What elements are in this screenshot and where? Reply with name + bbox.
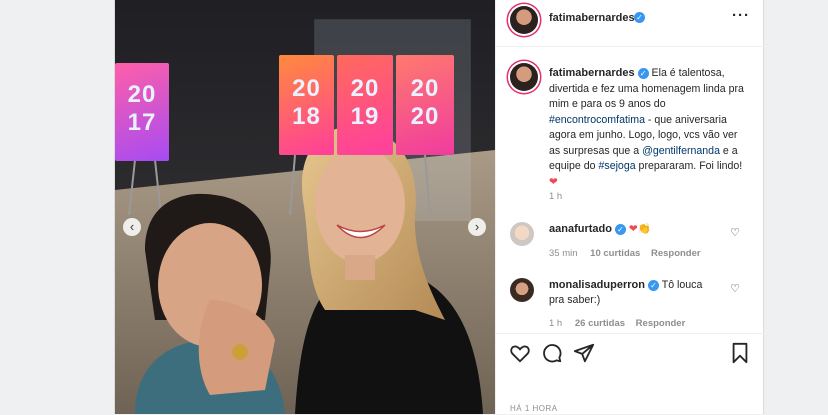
comment-1-verified-icon: ✓ <box>614 223 626 235</box>
sign-2019-bottom: 19 <box>350 103 380 130</box>
comment-2-like-icon[interactable]: ♡ <box>730 282 740 295</box>
comment-icon[interactable] <box>541 342 563 364</box>
comment-2-likes[interactable]: 26 curtidas <box>575 318 625 329</box>
sign-2020-top: 20 <box>410 75 440 102</box>
post-photo[interactable]: 20 17 20 18 20 19 20 20 ‹ › <box>115 0 495 414</box>
post-sidebar: fatimabernardes ✓ ··· fatimabernardes ✓ E… <box>495 0 764 414</box>
next-photo-button[interactable]: › <box>468 218 486 236</box>
mention-link[interactable]: @gentilfernanda <box>642 145 720 157</box>
post-header: fatimabernardes ✓ ··· <box>496 0 764 47</box>
comment-1-reply-button[interactable]: Responder <box>651 248 701 259</box>
sign-2020-bottom: 20 <box>410 103 440 130</box>
heart-emoji: ❤ <box>549 175 558 188</box>
sign-2019: 20 19 <box>337 55 393 155</box>
author-username[interactable]: fatimabernardes <box>549 12 635 24</box>
comment-avatar-1[interactable] <box>510 222 534 246</box>
sign-2019-top: 20 <box>350 75 380 102</box>
caption-verified-icon: ✓ <box>637 67 649 79</box>
verified-badge-icon: ✓ <box>634 12 645 23</box>
comment-2: monalisaduperron ✓ Tô louca pra saber:) <box>549 278 719 308</box>
post-timestamp: HÁ 1 HORA <box>510 404 558 413</box>
comment-2-verified-icon: ✓ <box>647 279 659 291</box>
sign-2018: 20 18 <box>279 55 334 155</box>
sign-2017-top: 20 <box>127 81 157 108</box>
comment-1-likes[interactable]: 10 curtidas <box>590 248 640 259</box>
caption-avatar[interactable] <box>510 63 538 91</box>
sign-2018-top: 20 <box>292 75 321 102</box>
comment-2-reply-button[interactable]: Responder <box>636 318 686 329</box>
post-card: 20 17 20 18 20 19 20 20 ‹ › fatimabernar… <box>114 0 764 414</box>
caption-part-4: prepararam. Foi lindo! <box>635 160 743 172</box>
comment-1-meta: 35 min 10 curtidas Responder <box>549 248 701 259</box>
comment-2-username[interactable]: monalisaduperron <box>549 279 645 291</box>
author-avatar[interactable] <box>510 6 538 34</box>
action-bar: HÁ 1 HORA <box>496 333 764 415</box>
caption-time: 1 h <box>549 191 563 202</box>
caption-text: fatimabernardes ✓ Ela é talentosa, divert… <box>549 66 749 190</box>
comment-1-text: ❤👏 <box>628 223 651 235</box>
comment-2-meta: 1 h 26 curtidas Responder <box>549 318 685 329</box>
heart-icon[interactable] <box>509 342 531 364</box>
sign-2018-bottom: 18 <box>292 103 321 130</box>
comment-avatar-2[interactable] <box>510 278 534 302</box>
comment-1: aanafurtado ✓ ❤👏 <box>549 222 651 235</box>
comment-1-like-icon[interactable]: ♡ <box>730 226 740 239</box>
hashtag-link[interactable]: #encontrocomfatima <box>549 114 645 126</box>
caption-username[interactable]: fatimabernardes <box>549 67 635 79</box>
sign-2017-bottom: 17 <box>127 109 157 136</box>
share-icon[interactable] <box>573 342 595 364</box>
bookmark-icon[interactable] <box>730 342 750 364</box>
comment-2-time: 1 h <box>549 318 563 329</box>
comment-1-time: 35 min <box>549 248 578 259</box>
comment-1-username[interactable]: aanafurtado <box>549 223 612 235</box>
sign-2020: 20 20 <box>396 55 454 155</box>
sign-2017: 20 17 <box>115 63 169 161</box>
prev-photo-button[interactable]: ‹ <box>123 218 141 236</box>
more-icon[interactable]: ··· <box>732 7 750 24</box>
hashtag-link-2[interactable]: #sejoga <box>599 160 636 172</box>
